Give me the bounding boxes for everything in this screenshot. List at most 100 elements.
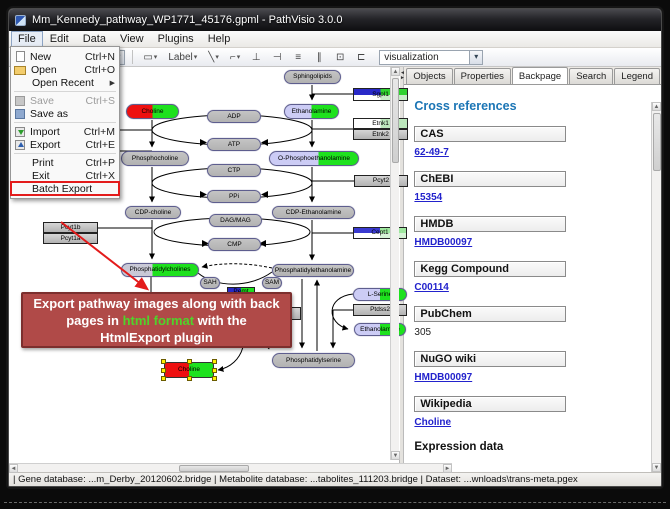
menu-item-shortcut: Ctrl+X xyxy=(86,170,115,182)
node-o-phosphoethanolamine[interactable]: O-Phosphoethanolamine xyxy=(269,151,359,166)
node-atp[interactable]: ATP xyxy=(207,138,261,151)
node-label: Phosphocholine xyxy=(132,155,178,162)
line-tool-icon[interactable]: ╲▾ xyxy=(205,49,222,65)
node-pcyt1a[interactable]: Pcyt1a xyxy=(43,233,98,244)
selection-handle[interactable] xyxy=(212,368,217,373)
node-label: ATP xyxy=(228,141,240,148)
node-etnk1[interactable]: Etnk1 xyxy=(353,118,408,129)
selection-handle[interactable] xyxy=(187,359,192,364)
selection-handle[interactable] xyxy=(212,376,217,381)
node-phosphatidylcholines[interactable]: Phosphatidylcholines xyxy=(121,263,199,277)
node-label: CTP xyxy=(228,167,241,174)
menubar-item-plugins[interactable]: Plugins xyxy=(151,31,201,47)
scroll-up-icon[interactable]: ▲ xyxy=(391,67,400,76)
chevron-down-icon[interactable]: ▾ xyxy=(469,51,482,64)
node-cmp[interactable]: CMP xyxy=(208,238,261,251)
menu-item-print[interactable]: PrintCtrl+P xyxy=(11,156,119,169)
tab-search[interactable]: Search xyxy=(569,68,613,84)
menubar-item-view[interactable]: View xyxy=(113,31,151,47)
menu-item-open[interactable]: OpenCtrl+O xyxy=(11,63,119,76)
node-label: SAH xyxy=(203,279,216,286)
node-ctp[interactable]: CTP xyxy=(207,164,261,177)
node-label: Phosphatidylethanolamine xyxy=(275,267,351,274)
node-label: Pcyt1a xyxy=(61,235,81,242)
node-label: CMP xyxy=(227,241,241,248)
node-label: Phosphatidylcholines xyxy=(129,266,190,273)
canvas-horizontal-scrollbar[interactable]: ◄ ► xyxy=(9,463,452,472)
scroll-down-icon[interactable]: ▼ xyxy=(652,463,661,472)
selection-handle[interactable] xyxy=(187,376,192,381)
scroll-left-icon[interactable]: ◄ xyxy=(9,464,18,473)
node-sah[interactable]: SAH xyxy=(200,277,220,289)
menu-item-exit[interactable]: ExitCtrl+X xyxy=(11,169,119,182)
node-phosphocholine[interactable]: Phosphocholine xyxy=(121,151,189,166)
node-sam[interactable]: SAM xyxy=(262,277,282,289)
saveas-icon xyxy=(15,109,25,119)
node-label: O-Phosphoethanolamine xyxy=(278,155,350,162)
menu-item-import[interactable]: ImportCtrl+M xyxy=(11,125,119,138)
node-sgpl1[interactable]: Sgpl1 xyxy=(353,88,408,101)
label-tool-icon[interactable]: Label▾ xyxy=(165,49,200,65)
datanode-tool-icon[interactable]: ▭▾ xyxy=(140,49,160,65)
menu-item-batch-export[interactable]: Batch Export xyxy=(11,182,119,195)
tab-properties[interactable]: Properties xyxy=(454,68,511,84)
menubar-item-file[interactable]: File xyxy=(11,31,43,47)
menu-item-save-as[interactable]: Save as xyxy=(11,107,119,120)
menu-item-label: Save as xyxy=(30,108,115,120)
node-cdp-ethanolamine[interactable]: CDP-Ethanolamine xyxy=(272,206,355,219)
node-ethanolamine-top[interactable]: Ethanolamine xyxy=(284,104,339,119)
scroll-down-icon[interactable]: ▼ xyxy=(391,451,400,460)
scroll-up-icon[interactable]: ▲ xyxy=(652,102,661,111)
connector-tool-icon[interactable]: ⌐▾ xyxy=(227,49,243,65)
scrollbar-thumb[interactable] xyxy=(179,465,249,472)
node-dag-mag[interactable]: DAG/MAG xyxy=(209,214,262,227)
node-phosphatidylethanolamine[interactable]: Phosphatidylethanolamine xyxy=(272,264,354,277)
group-tool-icon[interactable]: ⊡ xyxy=(332,49,348,65)
node-pcyt2[interactable]: Pcyt2 xyxy=(354,175,408,187)
node-ppi[interactable]: PPi xyxy=(207,190,261,203)
menubar-item-edit[interactable]: Edit xyxy=(43,31,76,47)
scroll-right-icon[interactable]: ► xyxy=(443,464,452,473)
visualization-combobox[interactable]: visualization ▾ xyxy=(379,50,483,65)
menubar-item-data[interactable]: Data xyxy=(76,31,113,47)
node-pcyt1b[interactable]: Pcyt1b xyxy=(43,222,98,233)
node-cdp-choline[interactable]: CDP-choline xyxy=(125,206,181,219)
menu-item-export[interactable]: ExportCtrl+E xyxy=(11,138,119,151)
menu-item-label: Print xyxy=(32,157,78,169)
file-menu-popup: NewCtrl+NOpenCtrl+OOpen Recent▶SaveCtrl+… xyxy=(10,46,120,199)
ungroup-tool-icon[interactable]: ⊏ xyxy=(353,49,369,65)
panel-scrollbar[interactable]: ▲ ▼ xyxy=(651,102,661,472)
scrollbar-thumb[interactable] xyxy=(392,78,399,163)
menu-item-shortcut: Ctrl+E xyxy=(86,139,115,151)
node-label: PPi xyxy=(229,193,239,200)
annotation-callout: Export pathway images along with backpag… xyxy=(21,292,292,348)
menubar-item-help[interactable]: Help xyxy=(201,31,238,47)
selection-handle[interactable] xyxy=(161,376,166,381)
menu-icon-spacer xyxy=(14,183,27,194)
node-choline-selected[interactable]: Choline xyxy=(164,362,214,378)
menu-item-new[interactable]: NewCtrl+N xyxy=(11,50,119,63)
node-label: Sphingolipids xyxy=(293,73,332,80)
stack-horizontal-tool-icon[interactable]: ≡ xyxy=(290,49,306,65)
tab-legend[interactable]: Legend xyxy=(614,68,660,84)
menu-item-open-recent[interactable]: Open Recent▶ xyxy=(11,76,119,89)
node-adp[interactable]: ADP xyxy=(207,110,261,123)
title-bar[interactable]: Mm_Kennedy_pathway_WP1771_45176.gpml - P… xyxy=(9,9,661,31)
node-phosphatidylserine[interactable]: Phosphatidylserine xyxy=(272,353,355,368)
node-label: Pcyt1b xyxy=(61,224,81,231)
tab-backpage[interactable]: Backpage xyxy=(512,67,568,84)
align-center-tool-icon[interactable]: ⊥ xyxy=(248,49,264,65)
selection-handle[interactable] xyxy=(161,359,166,364)
selection-handle[interactable] xyxy=(212,359,217,364)
stack-vertical-tool-icon[interactable]: ∥ xyxy=(311,49,327,65)
menu-icon-spacer xyxy=(14,77,27,88)
menu-icon-spacer xyxy=(14,170,27,181)
canvas-vertical-scrollbar[interactable]: ▲ ▼ xyxy=(390,67,399,460)
node-sphingolipids[interactable]: Sphingolipids xyxy=(284,70,341,84)
menu-icon-spacer xyxy=(14,157,27,168)
align-middle-tool-icon[interactable]: ⊣ xyxy=(269,49,285,65)
node-choline-top[interactable]: Choline xyxy=(126,104,179,119)
selection-handle[interactable] xyxy=(161,368,166,373)
scrollbar-thumb[interactable] xyxy=(653,113,661,171)
node-etnk2[interactable]: Etnk2 xyxy=(353,129,408,140)
